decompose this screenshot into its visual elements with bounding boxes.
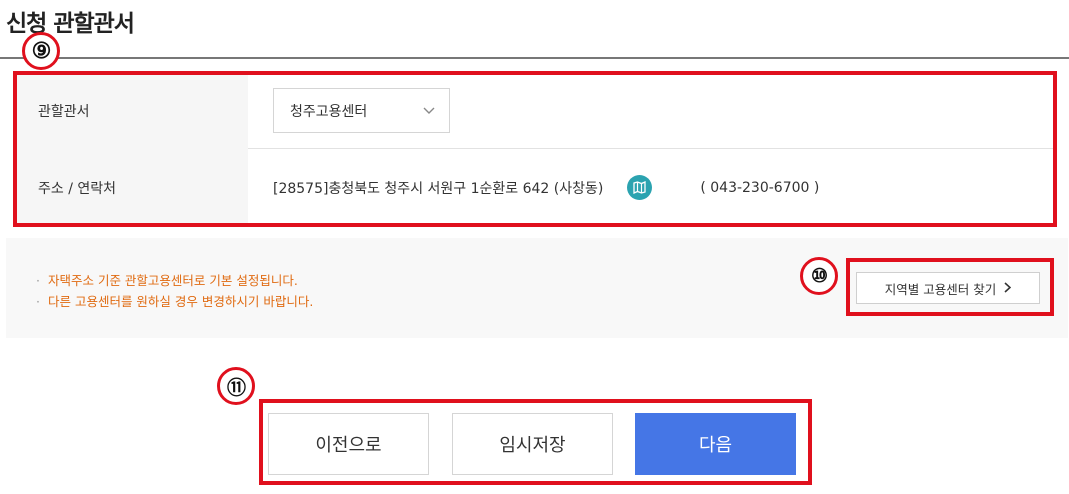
region-search-button[interactable]: 지역별 고용센터 찾기 [856,272,1040,304]
chevron-right-icon [1004,281,1012,296]
notice-list: 자택주소 기준 관할고용센터로 기본 설정됩니다. 다른 고용센터를 원하실 경… [36,270,313,312]
temp-save-button[interactable]: 임시저장 [452,413,613,475]
office-form-table: 관할관서 청주고용센터 주소 / 연락처 [28575]충청북도 청주시 서원구… [14,72,1055,226]
annotation-number-10: ⑩ [800,257,838,295]
section-title: 신청 관할관서 [6,11,135,37]
office-select-value: 청주고용센터 [290,103,368,120]
annotation-number-11: ⑪ [217,367,255,405]
map-icon[interactable] [627,175,653,200]
office-row: 관할관서 청주고용센터 [14,72,1055,149]
prev-button[interactable]: 이전으로 [268,413,429,475]
office-select[interactable]: 청주고용센터 [273,88,450,133]
page: 신청 관할관서 관할관서 청주고용센터 주소 / 연락처 [28575]충청북도… [0,0,1069,494]
next-button[interactable]: 다음 [635,413,796,475]
address-label: 주소 / 연락처 [14,149,248,226]
title-divider [0,57,1069,59]
address-value-cell: [28575]충청북도 청주시 서원구 1순환로 642 (사창동) ( 043… [248,149,1055,226]
phone-text: ( 043-230-6700 ) [700,179,820,196]
notice-item: 다른 고용센터를 원하실 경우 변경하시기 바랍니다. [36,291,313,312]
address-row: 주소 / 연락처 [28575]충청북도 청주시 서원구 1순환로 642 (사… [14,149,1055,226]
annotation-number-9: ⑨ [22,32,60,70]
chevron-down-icon [423,105,435,117]
notice-item: 자택주소 기준 관할고용센터로 기본 설정됩니다. [36,270,313,291]
office-label: 관할관서 [14,72,248,149]
office-value-cell: 청주고용센터 [248,72,1055,149]
address-text: [28575]충청북도 청주시 서원구 1순환로 642 (사창동) [273,180,604,197]
region-search-label: 지역별 고용센터 찾기 [884,281,997,297]
